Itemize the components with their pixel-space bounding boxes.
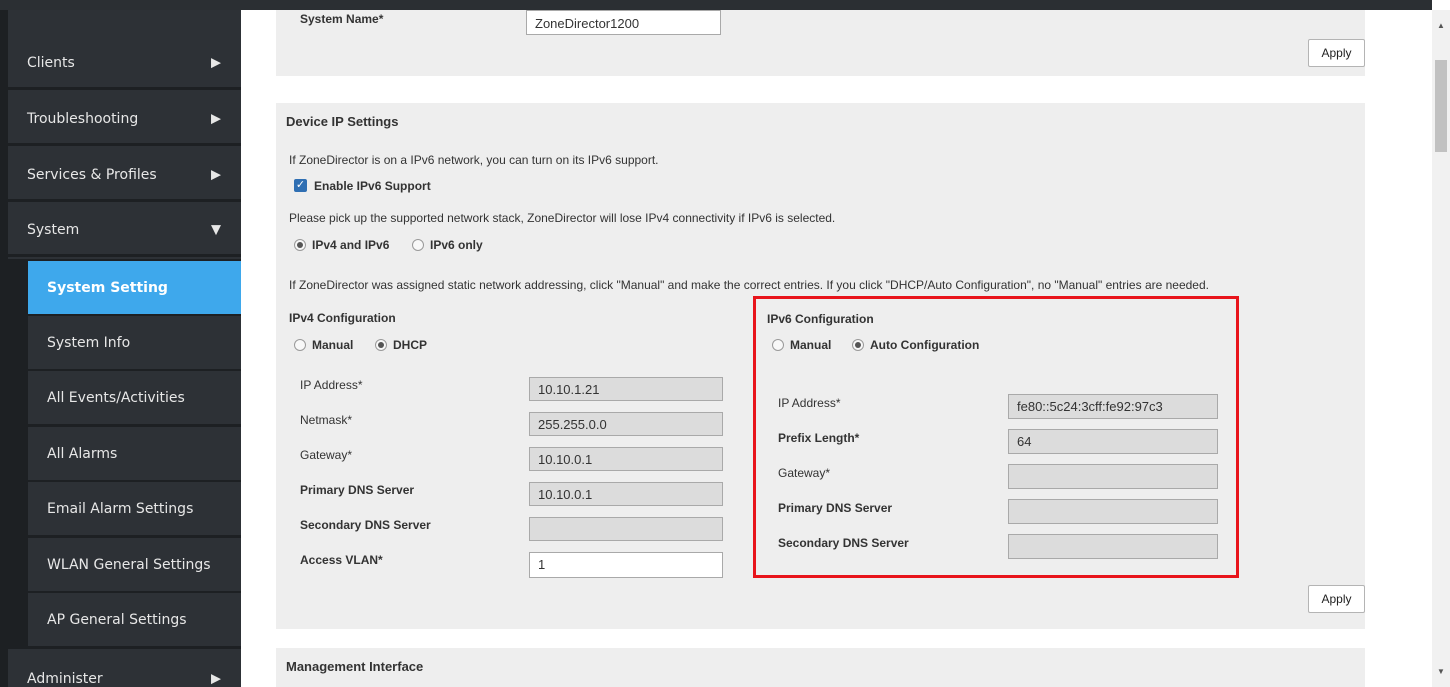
ipv4-secondary-dns-input[interactable]: [529, 517, 723, 541]
sidebar-item-system[interactable]: System ▼: [8, 205, 241, 257]
sidebar-item-label: Services & Profiles: [27, 166, 157, 183]
sidebar-subitem-all-alarms[interactable]: All Alarms: [28, 427, 241, 480]
ipv4-ip-label: IP Address*: [300, 378, 363, 392]
sidebar-subitem-wlan-general-settings[interactable]: WLAN General Settings: [28, 538, 241, 591]
apply-system-name-button[interactable]: Apply: [1308, 39, 1365, 67]
system-name-panel: System Name* ZoneDirector1200 Apply: [276, 10, 1365, 76]
ipv4-netmask-label: Netmask*: [300, 413, 353, 427]
sidebar-item-label: Clients: [27, 54, 75, 71]
enable-ipv6-label: Enable IPv6 Support: [314, 179, 431, 193]
ipv6-highlight-box: [753, 296, 1239, 578]
main-content: System Name* ZoneDirector1200 Apply Devi…: [241, 10, 1432, 687]
sidebar-subitem-all-events[interactable]: All Events/Activities: [28, 371, 241, 424]
access-vlan-input[interactable]: 1: [529, 552, 723, 578]
scroll-down-icon[interactable]: ▼: [1432, 664, 1450, 680]
chevron-right-icon: ▶: [211, 167, 221, 182]
chevron-right-icon: ▶: [211, 55, 221, 70]
ipv4-and-ipv6-label: IPv4 and IPv6: [312, 238, 390, 252]
static-addressing-note: If ZoneDirector was assigned static netw…: [289, 278, 1209, 292]
top-bar: [0, 0, 1432, 10]
sidebar-item-troubleshooting[interactable]: Troubleshooting ▶: [8, 94, 241, 146]
system-name-input[interactable]: ZoneDirector1200: [526, 10, 721, 35]
ipv4-netmask-input[interactable]: 255.255.0.0: [529, 412, 723, 436]
ipv4-dhcp-radio[interactable]: [375, 339, 387, 351]
sidebar-item-services-profiles[interactable]: Services & Profiles ▶: [8, 150, 241, 202]
sidebar-item-clients[interactable]: Clients ▶: [8, 38, 241, 90]
system-name-label: System Name*: [300, 12, 384, 26]
apply-device-ip-button[interactable]: Apply: [1308, 585, 1365, 613]
chevron-right-icon: ▶: [211, 671, 221, 687]
scroll-up-icon[interactable]: ▲: [1432, 18, 1450, 34]
sidebar-edge: [0, 10, 8, 687]
ipv4-primary-dns-input[interactable]: 10.10.0.1: [529, 482, 723, 506]
section-title: Device IP Settings: [286, 114, 399, 129]
sidebar-item-label: System: [27, 221, 80, 238]
ipv4-ip-input[interactable]: 10.10.1.21: [529, 377, 723, 401]
ipv4-and-ipv6-radio[interactable]: [294, 239, 306, 251]
ipv4-manual-radio[interactable]: [294, 339, 306, 351]
sidebar-item-label: Troubleshooting: [27, 110, 139, 127]
sidebar-item-label: Administer: [27, 671, 103, 687]
chevron-down-icon: ▼: [211, 222, 221, 237]
sidebar-subitem-system-info[interactable]: System Info: [28, 316, 241, 369]
section-title: Management Interface: [286, 659, 424, 674]
chevron-right-icon: ▶: [211, 111, 221, 126]
ipv6-only-label: IPv6 only: [430, 238, 483, 252]
sidebar: Clients ▶ Troubleshooting ▶ Services & P…: [0, 10, 241, 687]
sidebar-subitem-system-setting[interactable]: System Setting: [28, 261, 241, 314]
ipv4-config-title: IPv4 Configuration: [289, 311, 396, 325]
sidebar-item-administer[interactable]: Administer ▶: [8, 653, 241, 687]
ipv4-secondary-dns-label: Secondary DNS Server: [300, 518, 431, 532]
page-scrollbar[interactable]: ▲ ▼: [1432, 10, 1450, 687]
ipv6-only-radio[interactable]: [412, 239, 424, 251]
ipv4-gateway-input[interactable]: 10.10.0.1: [529, 447, 723, 471]
ipv4-manual-label: Manual: [312, 338, 354, 352]
ipv4-dhcp-label: DHCP: [393, 338, 428, 352]
enable-ipv6-checkbox[interactable]: ✓: [294, 179, 307, 192]
sidebar-subitem-email-alarm-settings[interactable]: Email Alarm Settings: [28, 482, 241, 535]
system-submenu: System Setting System Info All Events/Ac…: [8, 259, 241, 649]
ipv4-primary-dns-label: Primary DNS Server: [300, 483, 415, 497]
ipv6-note: If ZoneDirector is on a IPv6 network, yo…: [289, 153, 659, 167]
access-vlan-label: Access VLAN*: [300, 553, 383, 567]
scroll-thumb[interactable]: [1435, 60, 1447, 152]
stack-note: Please pick up the supported network sta…: [289, 211, 836, 225]
management-interface-panel: Management Interface: [276, 648, 1365, 687]
sidebar-subitem-ap-general-settings[interactable]: AP General Settings: [28, 593, 241, 646]
ipv4-gateway-label: Gateway*: [300, 448, 353, 462]
